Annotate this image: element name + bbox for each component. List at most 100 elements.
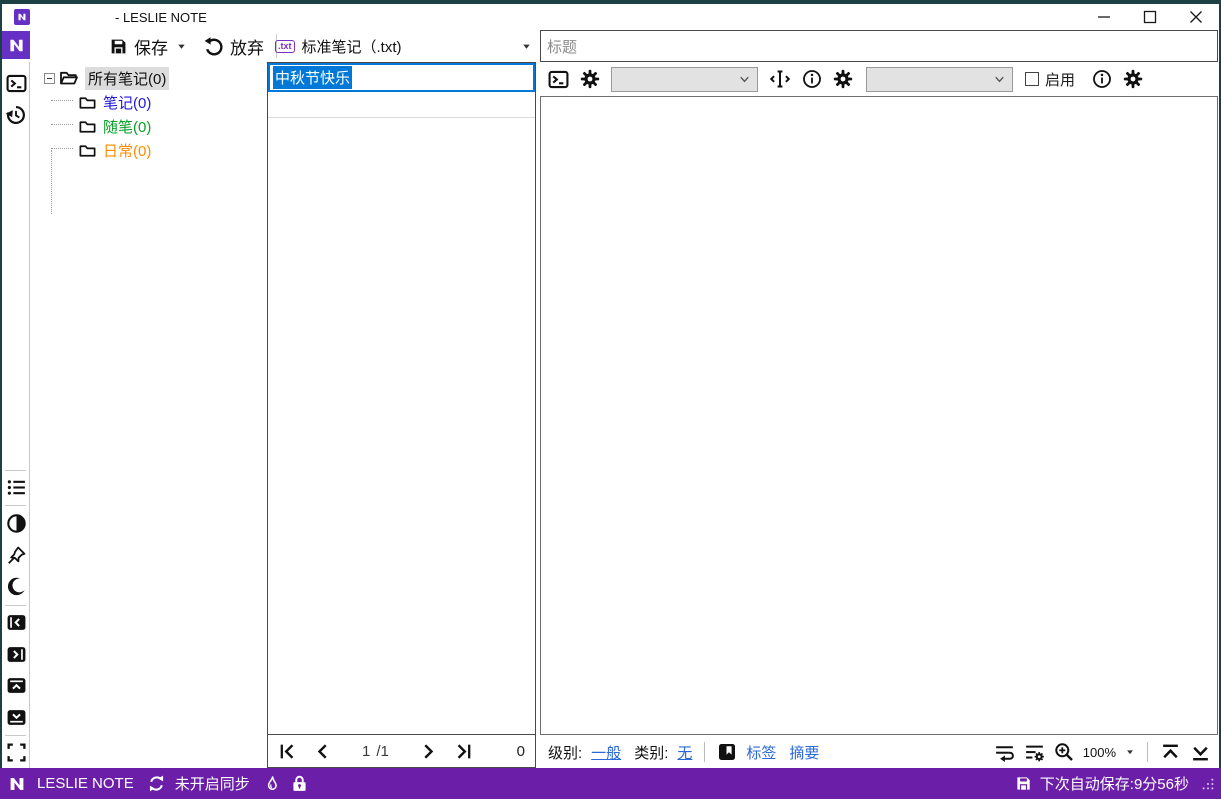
lock-icon[interactable] (290, 774, 309, 793)
gear-icon[interactable] (833, 69, 853, 89)
save-dropdown-caret-icon[interactable] (176, 41, 187, 52)
editor-footer: 级别: 一般 类别: 无 标签 摘要 100% (540, 736, 1219, 768)
gear-icon[interactable] (580, 69, 600, 89)
plugin-select-2[interactable] (866, 66, 1013, 92)
page-current: 1 (362, 742, 371, 760)
app-logo-icon (6, 773, 28, 795)
tree-row-daily[interactable]: 日常(0) (78, 138, 151, 162)
tree-collapse-icon[interactable] (44, 72, 55, 84)
note-list[interactable]: 中秋节快乐 (268, 63, 535, 735)
collapse-bottom-panel-icon[interactable] (5, 706, 27, 728)
page-indicator: 1 /1 (362, 743, 389, 760)
bookmark-icon[interactable] (717, 742, 737, 762)
note-list-row-divider (268, 92, 535, 118)
collapse-right-panel-icon[interactable] (5, 643, 27, 665)
window-title: - LESLIE NOTE (115, 9, 207, 25)
info-icon[interactable] (1092, 69, 1112, 89)
tree-root-row[interactable]: 所有笔记(0) (44, 66, 170, 90)
scroll-to-top-icon[interactable] (1160, 742, 1181, 763)
note-title-edit-item[interactable]: 中秋节快乐 (268, 63, 535, 92)
save-icon (109, 37, 128, 56)
fullscreen-icon[interactable] (5, 741, 27, 763)
save-button[interactable]: 保存 (105, 34, 172, 59)
summary-link[interactable]: 摘要 (789, 742, 819, 763)
dark-mode-moon-icon[interactable] (5, 575, 27, 597)
discard-button[interactable]: 放弃 (199, 34, 268, 59)
enable-checkbox[interactable] (1025, 72, 1039, 86)
maximize-button[interactable] (1127, 4, 1173, 30)
tags-link[interactable]: 标签 (746, 742, 776, 763)
level-value-link[interactable]: 一般 (591, 742, 621, 763)
editor-toolbar: 启用 (540, 63, 1218, 95)
zoom-level: 100% (1082, 744, 1116, 760)
minimize-button[interactable] (1081, 4, 1127, 30)
text-cursor-icon[interactable] (769, 68, 791, 90)
left-icon-rail (2, 62, 30, 768)
folder-icon (78, 141, 97, 160)
editor-area[interactable] (540, 96, 1218, 735)
terminal-icon[interactable] (5, 72, 27, 94)
first-page-icon[interactable] (278, 742, 297, 761)
folder-icon (78, 117, 97, 136)
note-type-caret-icon (521, 41, 532, 52)
rail-divider (5, 470, 26, 471)
app-logo-large (2, 31, 30, 59)
tree-connector-line (51, 150, 52, 214)
chevron-down-icon (737, 72, 752, 87)
wrap-settings-icon[interactable] (1024, 742, 1045, 763)
footer-divider (1147, 742, 1148, 762)
contrast-icon[interactable] (5, 512, 27, 534)
tree-row-essays[interactable]: 随笔(0) (78, 114, 151, 138)
outline-list-icon[interactable] (5, 476, 27, 498)
tree-row-notes[interactable]: 笔记(0) (78, 90, 151, 114)
note-list-column: 中秋节快乐 1 /1 0 (267, 62, 536, 768)
pin-icon[interactable] (5, 544, 27, 566)
tree-label-daily: 日常(0) (103, 142, 152, 160)
tree-root-label: 所有笔记(0) (85, 66, 170, 90)
collapse-top-panel-icon[interactable] (5, 674, 27, 696)
category-value-link[interactable]: 无 (677, 742, 692, 763)
note-type-select[interactable]: .txt 标准笔记（.txt) (270, 30, 538, 62)
tree-label-notes: 笔记(0) (103, 94, 152, 112)
note-title-placeholder: 标题 (547, 38, 578, 56)
note-type-label: 标准笔记（.txt) (301, 38, 402, 56)
last-page-icon[interactable] (454, 742, 473, 761)
note-title-input[interactable]: 标题 (540, 30, 1218, 62)
scroll-to-bottom-icon[interactable] (1190, 742, 1211, 763)
plugin-select-1[interactable] (611, 66, 758, 92)
folder-icon (78, 93, 97, 112)
level-label: 级别: (548, 744, 583, 762)
statusbar-app-name: LESLIE NOTE (37, 775, 134, 792)
tree-connector-stub (51, 124, 73, 125)
rail-divider (5, 735, 26, 736)
enable-label: 启用 (1045, 71, 1076, 89)
category-label: 类别: (634, 744, 669, 762)
gear-icon[interactable] (1123, 69, 1143, 89)
window-controls (1081, 4, 1219, 30)
resize-grip[interactable] (1201, 777, 1215, 791)
sync-icon[interactable] (147, 774, 166, 793)
txt-badge-icon: .txt (275, 39, 295, 53)
info-icon[interactable] (802, 69, 822, 89)
history-icon[interactable] (5, 104, 27, 126)
autosave-countdown: 下次自动保存:9分56秒 (1039, 776, 1189, 793)
undo-icon (203, 36, 224, 57)
zoom-in-icon[interactable] (1054, 742, 1074, 762)
status-bar: LESLIE NOTE 未开启同步 下次自动保存:9分56秒 (0, 768, 1221, 799)
folder-tree: 所有笔记(0) 笔记(0) 随笔(0) 日常(0) (30, 62, 267, 768)
pagination-bar: 1 /1 0 (268, 735, 535, 767)
rail-divider (5, 505, 26, 506)
app-window: - LESLIE NOTE 保存 放弃 .txt 标准笔记（.txt) 标题 所… (0, 0, 1221, 799)
note-count: 0 (516, 742, 525, 760)
terminal-icon[interactable] (548, 69, 569, 90)
app-logo-icon (14, 9, 30, 25)
next-page-icon[interactable] (419, 742, 438, 761)
word-wrap-icon[interactable] (994, 742, 1015, 763)
flame-icon[interactable] (263, 775, 281, 793)
close-button[interactable] (1173, 4, 1219, 30)
chevron-down-icon (992, 72, 1007, 87)
collapse-left-panel-icon[interactable] (5, 611, 27, 633)
previous-page-icon[interactable] (313, 742, 332, 761)
zoom-caret-icon[interactable] (1125, 747, 1135, 757)
note-item-selected-text: 中秋节快乐 (273, 66, 353, 89)
